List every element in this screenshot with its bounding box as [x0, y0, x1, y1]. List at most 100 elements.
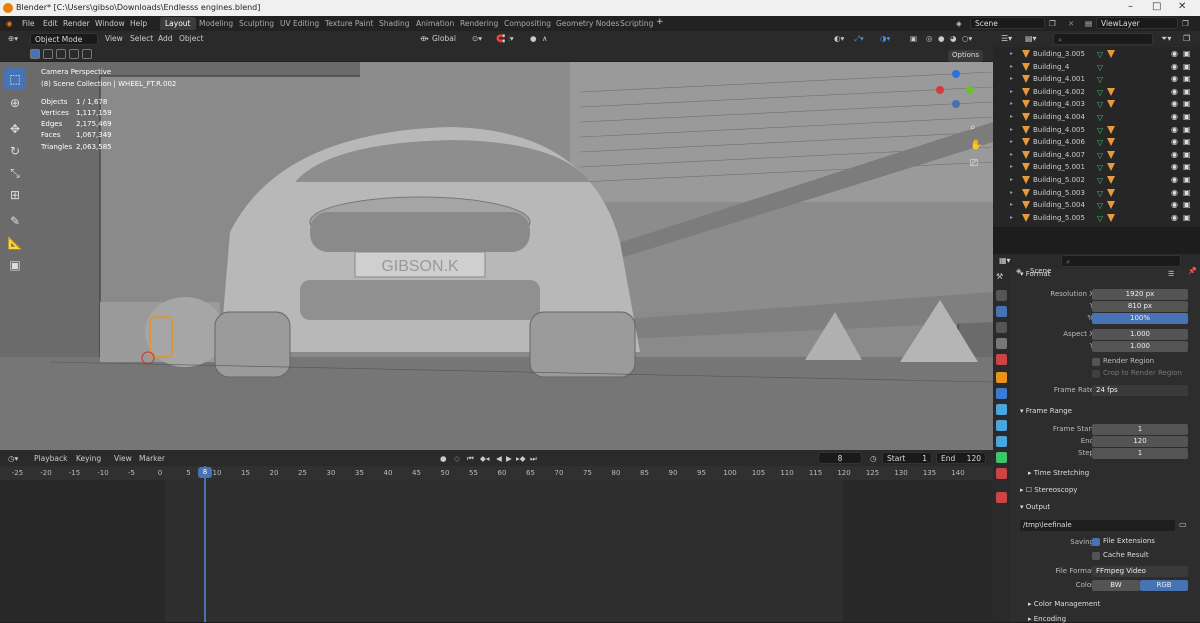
move-tool-icon[interactable]: ✥ [4, 118, 26, 140]
render-camera-icon[interactable]: ▣ [1183, 175, 1191, 184]
outliner-row[interactable]: ▸ Building_4 ▽ ◉ ▣ [993, 62, 1193, 74]
menu-help[interactable]: Help [130, 19, 147, 28]
render-camera-icon[interactable]: ▣ [1183, 213, 1191, 222]
folder-icon[interactable]: ▭ [1179, 520, 1187, 529]
resolution-y-field[interactable]: 810 px [1092, 301, 1188, 312]
outliner-row[interactable]: ▸ Building_5.002 ▽ ◉ ▣ [993, 175, 1193, 187]
resolution-percent-field[interactable]: 100% [1092, 313, 1188, 324]
playhead[interactable] [204, 466, 206, 622]
play-reverse-icon[interactable]: ◀ [496, 454, 502, 463]
render-camera-icon[interactable]: ▣ [1183, 137, 1191, 146]
falloff-icon[interactable]: ∧ [542, 34, 548, 43]
presets-icon[interactable]: ☰ [1168, 270, 1174, 278]
menu-file[interactable]: File [22, 19, 35, 28]
3d-viewport[interactable]: GIBSON.K ⌕ ✋ ⎚ [0, 62, 993, 450]
timeline-menu-playback[interactable]: Playback [34, 454, 67, 463]
display-mode-icon[interactable]: ▤▾ [1025, 34, 1037, 43]
outliner-row[interactable]: ▸ Building_4.004 ▽ ◉ ▣ [993, 112, 1193, 124]
visibility-eye-icon[interactable]: ◉ [1171, 99, 1178, 108]
outliner-row[interactable]: ▸ Building_4.006 ▽ ◉ ▣ [993, 137, 1193, 149]
viewport-menu-add[interactable]: Add [158, 34, 173, 43]
snap-icon[interactable]: 🧲 [496, 34, 505, 43]
options-dropdown[interactable]: Options [948, 50, 984, 62]
overlays-icon[interactable]: ◑▾ [880, 34, 890, 43]
expand-arrow-icon[interactable]: ▸ [1010, 138, 1013, 145]
workspace-tab-compositing[interactable]: Compositing [499, 17, 556, 30]
maximize-icon[interactable]: □ [1152, 1, 1161, 12]
menu-window[interactable]: Window [95, 19, 125, 28]
visibility-eye-icon[interactable]: ◉ [1171, 49, 1178, 58]
proportional-edit-icon[interactable]: ● [530, 34, 537, 43]
expand-arrow-icon[interactable]: ▸ [1010, 176, 1013, 183]
render-camera-icon[interactable]: ▣ [1183, 200, 1191, 209]
render-camera-icon[interactable]: ▣ [1183, 87, 1191, 96]
workspace-tab-rendering[interactable]: Rendering [455, 17, 503, 30]
outliner-row[interactable]: ▸ Building_4.001 ▽ ◉ ▣ [993, 74, 1193, 86]
rotate-tool-icon[interactable]: ↻ [4, 140, 26, 162]
view-layer-tab-icon[interactable] [996, 322, 1007, 333]
workspace-tab-scripting[interactable]: Scripting [615, 17, 658, 30]
visibility-icon[interactable]: ◐▾ [834, 34, 844, 43]
visibility-eye-icon[interactable]: ◉ [1171, 175, 1178, 184]
render-camera-icon[interactable]: ▣ [1183, 74, 1191, 83]
resolution-x-field[interactable]: 1920 px [1092, 289, 1188, 300]
properties-editor-icon[interactable]: ▦▾ [999, 256, 1011, 265]
visibility-eye-icon[interactable]: ◉ [1171, 125, 1178, 134]
world-tab-icon[interactable] [996, 354, 1007, 365]
outliner-row[interactable]: ▸ Building_3.005 ▽ ◉ ▣ [993, 49, 1193, 61]
gizmo-y-axis-icon[interactable] [966, 86, 974, 94]
visibility-eye-icon[interactable]: ◉ [1171, 62, 1178, 71]
expand-arrow-icon[interactable]: ▸ [1010, 201, 1013, 208]
start-frame-field[interactable]: Start 1 [882, 452, 932, 464]
render-tab-icon[interactable] [996, 290, 1007, 301]
jump-start-icon[interactable]: ⏮ [467, 454, 474, 464]
snap-target-icon[interactable]: ⫶▾ [508, 34, 514, 44]
measure-tool-icon[interactable]: 📐 [4, 232, 26, 254]
file-format-dropdown[interactable]: FFmpeg Video [1092, 566, 1188, 577]
xray-icon[interactable]: ▣ [910, 34, 917, 43]
expand-arrow-icon[interactable]: ▸ [1010, 88, 1013, 95]
gizmo-neg-z-icon[interactable] [952, 100, 960, 108]
minimize-icon[interactable]: – [1128, 1, 1133, 12]
blender-menu-icon[interactable]: ◉ [6, 19, 13, 28]
render-camera-icon[interactable]: ▣ [1183, 125, 1191, 134]
render-camera-icon[interactable]: ▣ [1183, 150, 1191, 159]
select-intersect-icon[interactable] [82, 49, 92, 59]
current-frame-field[interactable]: 8 [818, 452, 862, 464]
visibility-eye-icon[interactable]: ◉ [1171, 87, 1178, 96]
filter-icon[interactable]: ⏷▾ [1161, 34, 1171, 44]
solid-shading-icon[interactable]: ● [938, 34, 945, 43]
color-bw-button[interactable]: BW [1092, 580, 1140, 591]
add-workspace-icon[interactable]: + [656, 17, 664, 27]
select-extend-icon[interactable] [43, 49, 53, 59]
format-section-header[interactable]: ▾ Format [1020, 270, 1050, 278]
add-cube-tool-icon[interactable]: ▣ [4, 254, 26, 276]
outliner-row[interactable]: ▸ Building_4.003 ▽ ◉ ▣ [993, 99, 1193, 111]
render-camera-icon[interactable]: ▣ [1183, 112, 1191, 121]
cursor-tool-icon[interactable]: ⊕ [4, 92, 26, 114]
outliner-row[interactable]: ▸ Building_4.007 ▽ ◉ ▣ [993, 150, 1193, 162]
transform-orientation-dropdown[interactable]: Global [432, 34, 456, 43]
outliner-row[interactable]: ▸ Building_5.004 ▽ ◉ ▣ [993, 200, 1193, 212]
view-layer-selector[interactable]: ViewLayer [1096, 17, 1178, 29]
output-tab-icon[interactable] [996, 306, 1007, 317]
select-subtract-icon[interactable] [56, 49, 66, 59]
aspect-x-field[interactable]: 1.000 [1092, 329, 1188, 340]
render-camera-icon[interactable]: ▣ [1183, 62, 1191, 71]
texture-tab-icon[interactable] [996, 492, 1007, 503]
time-stretching-section-header[interactable]: ▸ Time Stretching [1028, 469, 1089, 477]
frame-range-section-header[interactable]: ▾ Frame Range [1020, 407, 1072, 415]
timeline-menu-view[interactable]: View [114, 454, 132, 463]
visibility-eye-icon[interactable]: ◉ [1171, 74, 1178, 83]
render-region-checkbox[interactable] [1092, 358, 1100, 366]
outliner-row[interactable]: ▸ Building_4.005 ▽ ◉ ▣ [993, 125, 1193, 137]
render-camera-icon[interactable]: ▣ [1183, 49, 1191, 58]
frame-rate-dropdown[interactable]: 24 fps [1092, 385, 1188, 396]
close-icon[interactable]: ✕ [1178, 1, 1186, 12]
physics-tab-icon[interactable] [996, 420, 1007, 431]
particles-tab-icon[interactable] [996, 404, 1007, 415]
timeline-menu-keying[interactable]: Keying [76, 454, 101, 463]
wireframe-shading-icon[interactable]: ◎ [926, 34, 933, 43]
play-icon[interactable]: ▶ [506, 454, 512, 463]
timeline-area[interactable] [0, 480, 993, 622]
